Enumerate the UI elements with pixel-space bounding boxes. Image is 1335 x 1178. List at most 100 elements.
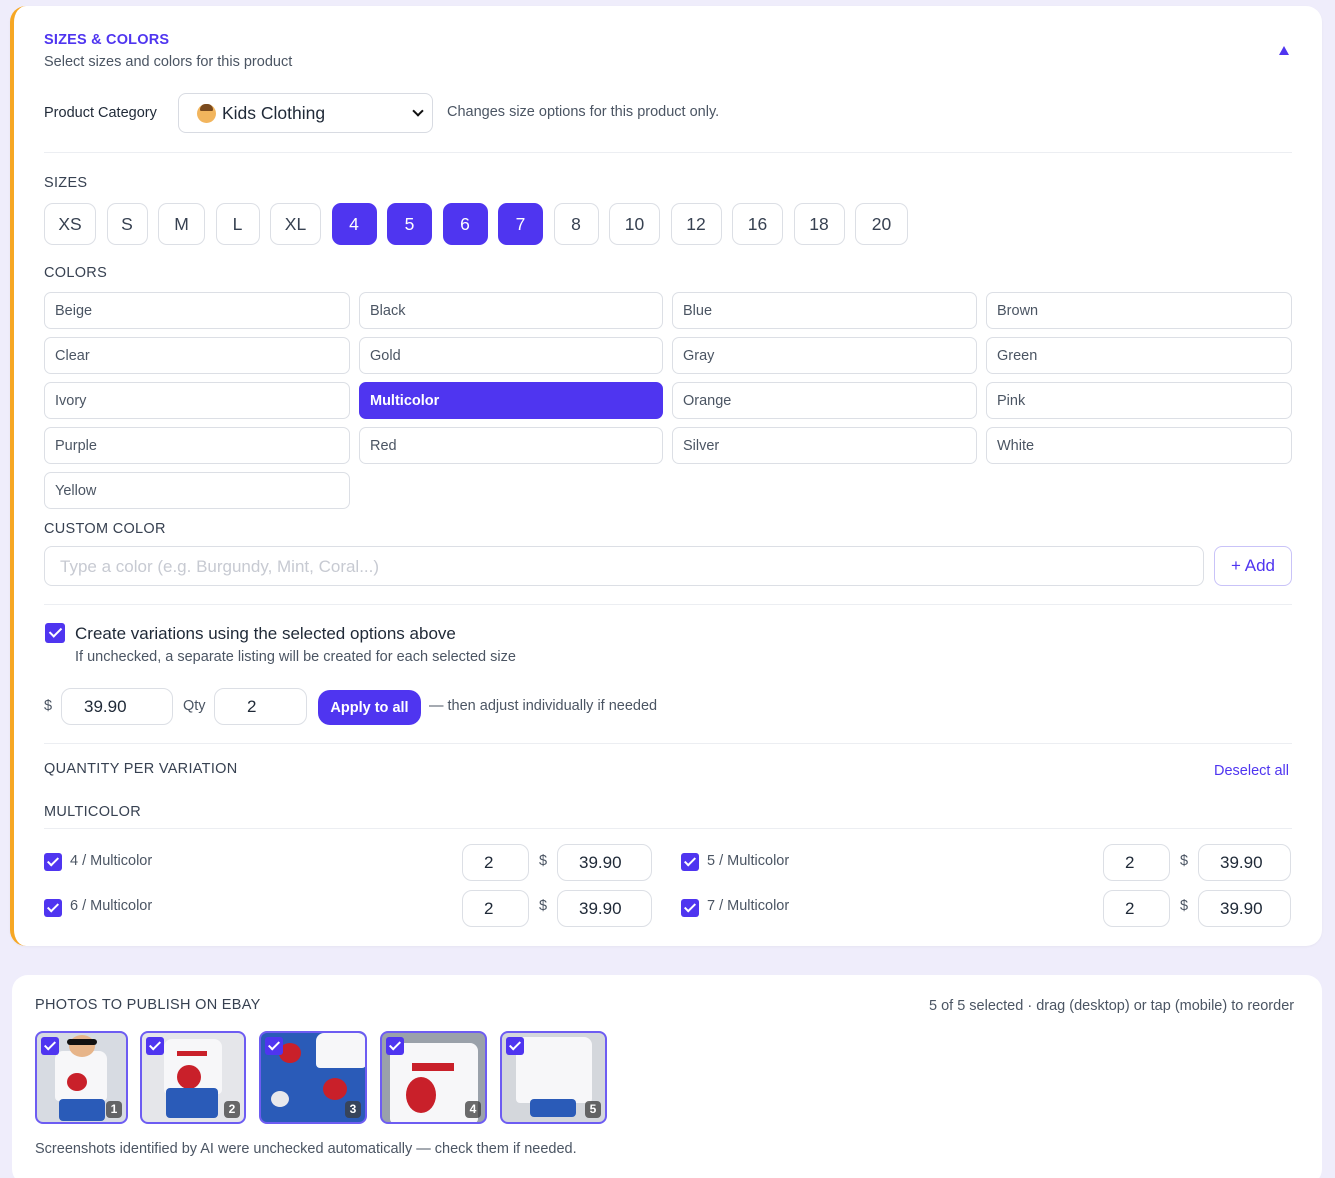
price-currency: $ <box>44 698 53 714</box>
variation-price-input[interactable]: 39.90 <box>557 844 652 881</box>
photo-checkbox[interactable] <box>146 1037 164 1055</box>
size-option-16[interactable]: 16 <box>732 203 783 245</box>
qty-input[interactable]: 2 <box>214 688 307 725</box>
variation-qty-input[interactable]: 2 <box>1103 890 1170 927</box>
photos-status: 5 of 5 selected · drag (desktop) or tap … <box>929 998 1295 1014</box>
size-option-18[interactable]: 18 <box>793 203 845 245</box>
size-option-xs[interactable]: XS <box>44 203 96 245</box>
divider <box>44 152 1292 153</box>
variation-price-input[interactable]: 39.90 <box>557 890 652 927</box>
variation-checkbox[interactable] <box>44 899 62 917</box>
color-option-silver[interactable]: Silver <box>672 427 977 464</box>
group-heading: MULTICOLOR <box>44 804 141 820</box>
size-option-l[interactable]: L <box>215 203 260 245</box>
divider <box>44 604 1292 605</box>
color-option-gold[interactable]: Gold <box>359 337 663 374</box>
color-option-red[interactable]: Red <box>359 427 663 464</box>
size-option-5[interactable]: 5 <box>387 203 432 245</box>
photo-thumbnail[interactable]: 2 <box>140 1031 246 1124</box>
photo-thumbnail[interactable]: 3 <box>259 1031 367 1124</box>
create-variations-label: Create variations using the selected opt… <box>75 624 456 643</box>
color-option-beige[interactable]: Beige <box>44 292 350 329</box>
apply-to-all-button[interactable]: Apply to all <box>318 690 421 725</box>
chevron-down-icon <box>412 105 424 117</box>
variation-price-input[interactable]: 39.90 <box>1198 890 1291 927</box>
variation-label: 7 / Multicolor <box>707 898 790 914</box>
variation-currency: $ <box>1180 853 1189 869</box>
color-option-white[interactable]: White <box>986 427 1292 464</box>
variation-qty-input[interactable]: 2 <box>462 890 529 927</box>
photos-heading: PHOTOS TO PUBLISH ON EBAY <box>35 997 261 1013</box>
deselect-all-link[interactable]: Deselect all <box>1214 763 1289 779</box>
variation-currency: $ <box>539 898 548 914</box>
add-color-button[interactable]: + Add <box>1214 546 1292 586</box>
divider <box>44 743 1292 744</box>
create-variations-checkbox[interactable] <box>45 623 65 643</box>
custom-color-input[interactable]: Type a color (e.g. Burgundy, Mint, Coral… <box>44 546 1204 586</box>
size-option-20[interactable]: 20 <box>855 203 908 245</box>
variation-checkbox[interactable] <box>681 899 699 917</box>
collapse-icon[interactable] <box>1279 46 1289 55</box>
category-label: Product Category <box>44 105 157 121</box>
section-subtitle: Select sizes and colors for this product <box>44 54 293 70</box>
photo-number: 5 <box>585 1101 601 1118</box>
size-option-10[interactable]: 10 <box>609 203 660 245</box>
size-option-s[interactable]: S <box>106 203 148 245</box>
color-option-black[interactable]: Black <box>359 292 663 329</box>
color-option-gray[interactable]: Gray <box>672 337 977 374</box>
variation-qty-input[interactable]: 2 <box>1103 844 1170 881</box>
colors-heading: COLORS <box>44 265 108 281</box>
color-option-clear[interactable]: Clear <box>44 337 350 374</box>
color-option-pink[interactable]: Pink <box>986 382 1292 419</box>
photos-footer: Screenshots identified by AI were unchec… <box>35 1141 577 1157</box>
apply-note: — then adjust individually if needed <box>429 698 658 714</box>
color-option-ivory[interactable]: Ivory <box>44 382 350 419</box>
variation-label: 6 / Multicolor <box>70 898 153 914</box>
size-option-12[interactable]: 12 <box>670 203 722 245</box>
variation-label: 5 / Multicolor <box>707 853 790 869</box>
child-emoji-icon <box>197 104 216 123</box>
photo-checkbox[interactable] <box>265 1037 283 1055</box>
size-option-m[interactable]: M <box>158 203 205 245</box>
variation-qty-input[interactable]: 2 <box>462 844 529 881</box>
variation-checkbox[interactable] <box>681 853 699 871</box>
section-title: SIZES & COLORS <box>44 32 170 48</box>
variation-currency: $ <box>1180 898 1189 914</box>
photo-number: 1 <box>106 1101 122 1118</box>
photo-thumbnail[interactable]: 4 <box>380 1031 487 1124</box>
photo-checkbox[interactable] <box>386 1037 404 1055</box>
variation-price-input[interactable]: 39.90 <box>1198 844 1291 881</box>
variations-hint: If unchecked, a separate listing will be… <box>75 649 516 665</box>
color-option-blue[interactable]: Blue <box>672 292 977 329</box>
size-option-4[interactable]: 4 <box>331 203 377 245</box>
divider <box>44 828 1292 829</box>
size-option-7[interactable]: 7 <box>498 203 543 245</box>
photo-checkbox[interactable] <box>41 1037 59 1055</box>
variation-checkbox[interactable] <box>44 853 62 871</box>
variation-currency: $ <box>539 853 548 869</box>
color-option-multicolor[interactable]: Multicolor <box>359 382 663 419</box>
variation-label: 4 / Multicolor <box>70 853 153 869</box>
photo-checkbox[interactable] <box>506 1037 524 1055</box>
price-input[interactable]: 39.90 <box>61 688 173 725</box>
photo-thumbnail[interactable]: 1 <box>35 1031 128 1124</box>
qty-label: Qty <box>183 698 206 714</box>
color-option-green[interactable]: Green <box>986 337 1292 374</box>
category-note: Changes size options for this product on… <box>447 104 720 120</box>
color-option-brown[interactable]: Brown <box>986 292 1292 329</box>
size-option-8[interactable]: 8 <box>553 203 599 245</box>
size-option-xl[interactable]: XL <box>270 203 321 245</box>
photo-number: 4 <box>465 1101 481 1118</box>
photo-number: 2 <box>224 1101 240 1118</box>
photo-thumbnail[interactable]: 5 <box>500 1031 607 1124</box>
photo-number: 3 <box>345 1101 361 1118</box>
category-select[interactable]: Kids Clothing <box>178 93 433 133</box>
category-selected: Kids Clothing <box>222 103 326 123</box>
color-option-yellow[interactable]: Yellow <box>44 472 350 509</box>
custom-color-heading: CUSTOM COLOR <box>44 521 166 537</box>
quantity-heading: QUANTITY PER VARIATION <box>44 761 238 777</box>
sizes-heading: SIZES <box>44 175 88 191</box>
size-option-6[interactable]: 6 <box>442 203 488 245</box>
color-option-purple[interactable]: Purple <box>44 427 350 464</box>
color-option-orange[interactable]: Orange <box>672 382 977 419</box>
